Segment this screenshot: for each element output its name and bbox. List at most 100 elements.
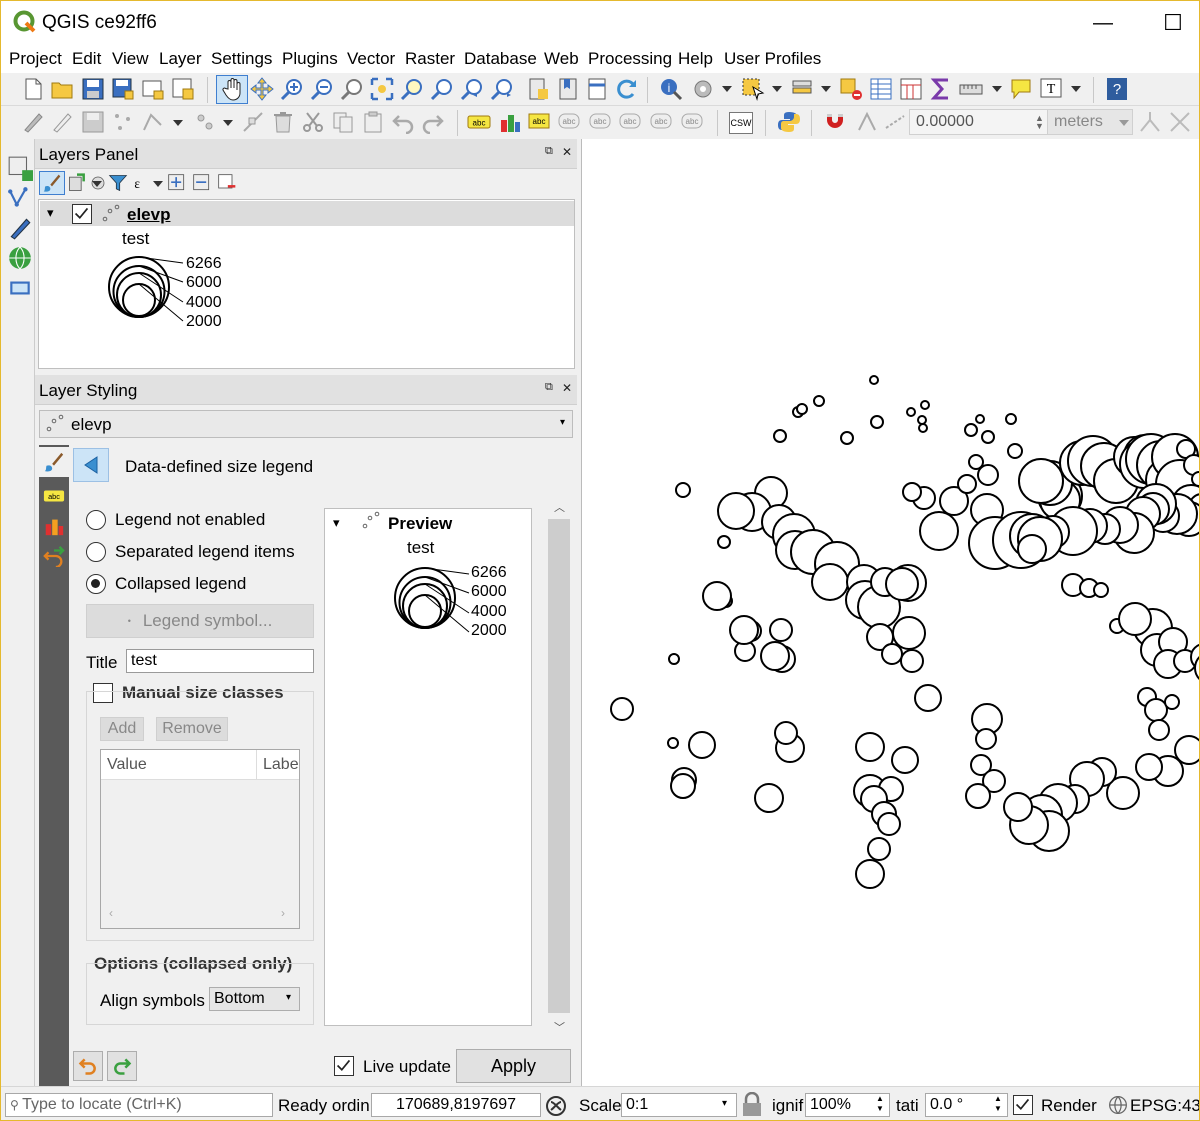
crs-label[interactable]: EPSG:432 bbox=[1130, 1096, 1199, 1116]
menu-database[interactable]: Database bbox=[464, 49, 537, 69]
diagrams-tab-icon[interactable] bbox=[43, 515, 65, 537]
attribute-table-icon[interactable] bbox=[869, 77, 893, 101]
save-layer-edits-icon[interactable] bbox=[81, 110, 105, 134]
pan-to-selection-icon[interactable] bbox=[250, 77, 274, 101]
zoom-to-selection-icon[interactable] bbox=[400, 77, 424, 101]
collapsed-legend-radio[interactable] bbox=[86, 574, 106, 594]
preview-collapse-arrow-icon[interactable]: ▾ bbox=[333, 515, 340, 531]
expand-all-icon[interactable] bbox=[167, 173, 187, 193]
cut-features-icon[interactable] bbox=[301, 110, 325, 134]
diagram-icon[interactable] bbox=[498, 110, 522, 134]
deselect-icon[interactable] bbox=[839, 77, 863, 101]
snapping-tolerance-field[interactable]: 0.00000 bbox=[909, 109, 1049, 135]
csw-icon[interactable]: CSW bbox=[729, 112, 753, 134]
legend-not-enabled-radio[interactable] bbox=[86, 510, 106, 530]
rotation-field[interactable]: 0.0 ° ▲ ▼ bbox=[925, 1093, 1008, 1117]
menu-settings[interactable]: Settings bbox=[211, 49, 272, 69]
layer-name[interactable]: elevp bbox=[127, 205, 170, 225]
undo-icon[interactable] bbox=[391, 110, 415, 134]
zoom-out-icon[interactable] bbox=[310, 77, 334, 101]
separated-legend-radio[interactable] bbox=[86, 542, 106, 562]
label-column-header[interactable]: Labe bbox=[263, 756, 299, 774]
zoom-next-icon[interactable] bbox=[490, 77, 514, 101]
add-group-icon[interactable] bbox=[67, 173, 87, 193]
avoid-intersections-icon[interactable] bbox=[1168, 110, 1192, 134]
python-console-icon[interactable] bbox=[777, 110, 801, 134]
new-project-icon[interactable] bbox=[21, 77, 45, 101]
measure-dropdown[interactable] bbox=[992, 86, 1002, 92]
run-action-icon[interactable] bbox=[691, 77, 715, 101]
delete-selected-icon[interactable] bbox=[271, 110, 295, 134]
zoom-full-icon[interactable] bbox=[370, 77, 394, 101]
zoom-last-icon[interactable] bbox=[460, 77, 484, 101]
save-as-icon[interactable] bbox=[111, 77, 135, 101]
toggle-editing-icon[interactable] bbox=[50, 110, 74, 134]
map-canvas[interactable] bbox=[581, 139, 1199, 1086]
close-panel-icon[interactable]: ✕ bbox=[562, 381, 572, 395]
menu-help[interactable]: Help bbox=[678, 49, 713, 69]
locator-input[interactable]: ⚲ Type to locate (Ctrl+K) bbox=[5, 1093, 273, 1117]
refresh-icon[interactable] bbox=[614, 77, 638, 101]
pin-labels-icon[interactable]: abc bbox=[558, 110, 582, 134]
rotation-spinner-icon[interactable]: ▲ ▼ bbox=[994, 1094, 1002, 1114]
filter-expression-icon[interactable]: ε bbox=[131, 173, 151, 193]
move-feature-icon[interactable] bbox=[193, 110, 217, 134]
magnifier-field[interactable]: 100% ▲ ▼ bbox=[805, 1093, 890, 1117]
menu-plugins[interactable]: Plugins bbox=[282, 49, 338, 69]
toggle-extents-icon[interactable] bbox=[544, 1094, 568, 1118]
current-edits-icon[interactable] bbox=[21, 110, 45, 134]
show-hide-labels-icon[interactable]: abc bbox=[589, 110, 613, 134]
live-update-checkbox[interactable] bbox=[334, 1056, 354, 1076]
layer-select[interactable]: elevp ▾ bbox=[39, 410, 573, 438]
add-class-button[interactable]: Add bbox=[100, 717, 144, 741]
apply-button[interactable]: Apply bbox=[456, 1049, 571, 1083]
help-icon[interactable]: ? bbox=[1105, 77, 1129, 101]
menu-view[interactable]: View bbox=[112, 49, 149, 69]
legend-symbol-button[interactable]: • Legend symbol... bbox=[86, 604, 314, 638]
units-dropdown-icon[interactable] bbox=[1119, 120, 1129, 126]
scale-combobox[interactable]: 0:1 ▾ bbox=[621, 1093, 737, 1117]
vertex-tool-dropdown[interactable] bbox=[173, 120, 183, 126]
select-by-value-dropdown[interactable] bbox=[821, 86, 831, 92]
filter-expression-dropdown[interactable] bbox=[153, 181, 163, 187]
digitize-icon[interactable] bbox=[7, 215, 33, 241]
render-checkbox[interactable] bbox=[1013, 1095, 1033, 1115]
move-feature-dropdown[interactable] bbox=[223, 120, 233, 126]
label-toolbar-icon[interactable]: abc bbox=[467, 110, 491, 134]
map-tile-icon[interactable] bbox=[586, 77, 610, 101]
styling-scrollbar[interactable]: ︿ ﹀ bbox=[546, 495, 572, 1040]
paste-features-icon[interactable] bbox=[361, 110, 385, 134]
map-themes-dropdown[interactable] bbox=[92, 181, 102, 187]
text-annotation-icon[interactable]: T bbox=[1039, 77, 1063, 101]
add-wms-icon[interactable] bbox=[7, 245, 33, 271]
trace-icon[interactable] bbox=[1138, 110, 1162, 134]
copy-features-icon[interactable] bbox=[331, 110, 355, 134]
annotation-dropdown[interactable] bbox=[1071, 86, 1081, 92]
filter-legend-icon[interactable] bbox=[108, 173, 128, 193]
show-bookmarks-icon[interactable] bbox=[556, 77, 580, 101]
menu-project[interactable]: Project bbox=[9, 49, 62, 69]
menu-web[interactable]: Web bbox=[544, 49, 579, 69]
symbology-paintbrush-icon[interactable] bbox=[43, 451, 65, 473]
snap-vertex-icon[interactable] bbox=[855, 110, 879, 134]
menu-edit[interactable]: Edit bbox=[72, 49, 101, 69]
rotate-label-icon[interactable]: abc bbox=[650, 110, 674, 134]
select-dropdown[interactable] bbox=[772, 86, 782, 92]
new-print-layout-icon[interactable] bbox=[141, 77, 165, 101]
legend-title-input[interactable]: test bbox=[126, 649, 314, 673]
field-calculator-icon[interactable] bbox=[899, 77, 923, 101]
new-shapefile-icon[interactable] bbox=[7, 185, 33, 211]
menu-processing[interactable]: Processing bbox=[588, 49, 672, 69]
scroll-up-icon[interactable]: ︿ bbox=[554, 499, 565, 515]
scroll-down-icon[interactable]: ﹀ bbox=[554, 1019, 565, 1035]
new-bookmark-icon[interactable] bbox=[526, 77, 550, 101]
pan-icon[interactable] bbox=[220, 77, 244, 101]
magnifier-spinner-icon[interactable]: ▲ ▼ bbox=[876, 1094, 884, 1114]
crs-globe-icon[interactable] bbox=[1108, 1095, 1128, 1115]
add-point-feature-icon[interactable] bbox=[111, 110, 135, 134]
measure-icon[interactable] bbox=[959, 77, 983, 101]
align-symbols-select[interactable]: Bottom ▾ bbox=[209, 987, 300, 1011]
zoom-to-layer-icon[interactable] bbox=[430, 77, 454, 101]
statistics-icon[interactable] bbox=[929, 77, 953, 101]
remove-layer-icon[interactable] bbox=[217, 173, 237, 193]
